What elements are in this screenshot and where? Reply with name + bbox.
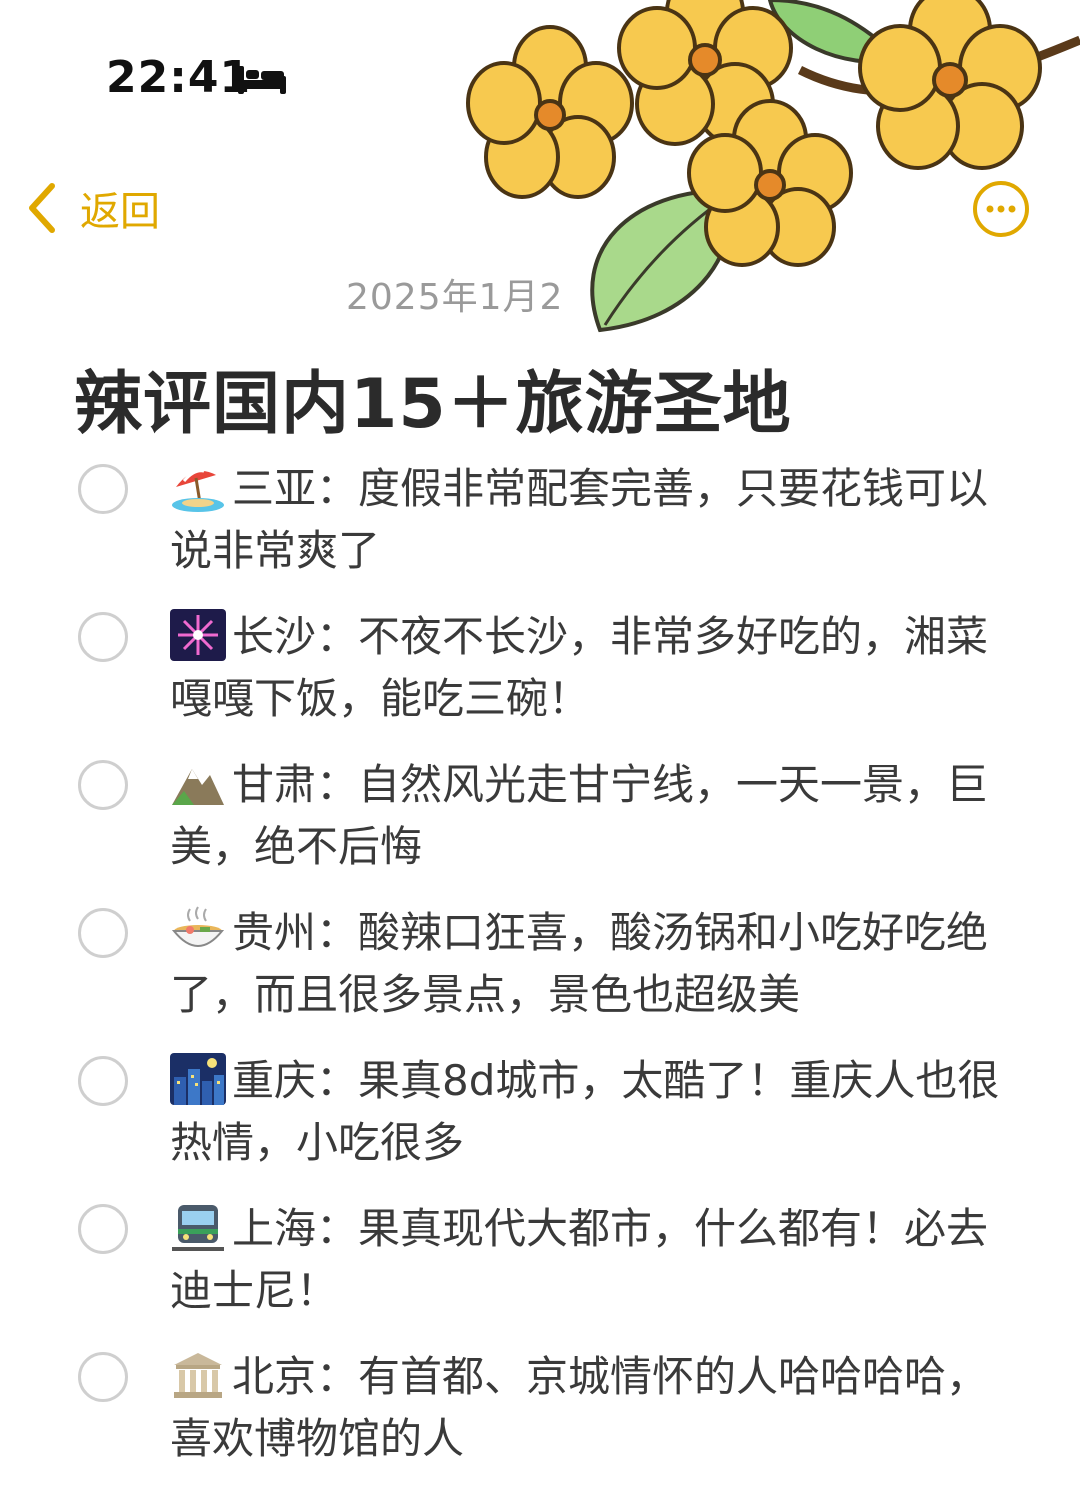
classical-building-icon (174, 1353, 222, 1398)
checklist-item: 甘肃：自然风光走甘宁线，一天一景，巨美，绝不后悔 (0, 754, 1080, 894)
chevron-left-icon (29, 183, 55, 233)
checklist-item-text[interactable]: 重庆：果真8d城市，太酷了！重庆人也很热情，小吃很多 (170, 1050, 1020, 1174)
status-time: 22:41 (106, 52, 252, 103)
bed-icon (238, 66, 286, 94)
checkbox-circle[interactable] (78, 1056, 128, 1106)
checklist-item-text[interactable]: 贵州：酸辣口狂喜，酸汤锅和小吃好吃绝了，而且很多景点，景色也超级美 (170, 902, 1020, 1026)
checklist-item: 长沙：不夜不长沙，非常多好吃的，湘菜嘎嘎下饭，能吃三碗！ (0, 606, 1080, 746)
checkbox-circle[interactable] (78, 464, 128, 514)
train-icon (172, 1205, 224, 1251)
beach-umbrella-icon (172, 469, 224, 512)
checklist-item: 三亚：度假非常配套完善，只要花钱可以说非常爽了 (0, 458, 1080, 598)
note-title: 辣评国内15＋旅游圣地 (74, 365, 792, 444)
night-city-icon (170, 1053, 226, 1105)
checkbox-circle[interactable] (78, 760, 128, 810)
checkbox-circle[interactable] (78, 1204, 128, 1254)
ellipsis-circle-icon[interactable] (972, 180, 1030, 238)
checklist-item: 重庆：果真8d城市，太酷了！重庆人也很热情，小吃很多 (0, 1050, 1080, 1190)
checklist-item: 贵州：酸辣口狂喜，酸汤锅和小吃好吃绝了，而且很多景点，景色也超级美 (0, 902, 1080, 1042)
fireworks-icon (170, 609, 226, 661)
checklist-item-text[interactable]: 长沙：不夜不长沙，非常多好吃的，湘菜嘎嘎下饭，能吃三碗！ (170, 606, 1020, 730)
checkbox-circle[interactable] (78, 612, 128, 662)
checklist-item: 上海：果真现代大都市，什么都有！必去迪士尼！ (0, 1198, 1080, 1338)
checkbox-circle[interactable] (78, 908, 128, 958)
noodle-bowl-icon (171, 906, 225, 947)
checklist-item-text[interactable]: 上海：果真现代大都市，什么都有！必去迪士尼！ (170, 1198, 1020, 1322)
checklist-item-text[interactable]: 北京：有首都、京城情怀的人哈哈哈哈，喜欢博物馆的人 (170, 1346, 1020, 1470)
checklist-item: 北京：有首都、京城情怀的人哈哈哈哈，喜欢博物馆的人 (0, 1346, 1080, 1486)
note-date: 2025年1月2 (346, 277, 564, 318)
back-label: 返回 (80, 189, 160, 235)
back-button[interactable]: 返回 (22, 178, 160, 238)
checklist-item-text[interactable]: 三亚：度假非常配套完善，只要花钱可以说非常爽了 (170, 458, 1020, 582)
checklist-item-text[interactable]: 甘肃：自然风光走甘宁线，一天一景，巨美，绝不后悔 (170, 754, 1020, 878)
checkbox-circle[interactable] (78, 1352, 128, 1402)
mountain-icon (172, 769, 224, 805)
